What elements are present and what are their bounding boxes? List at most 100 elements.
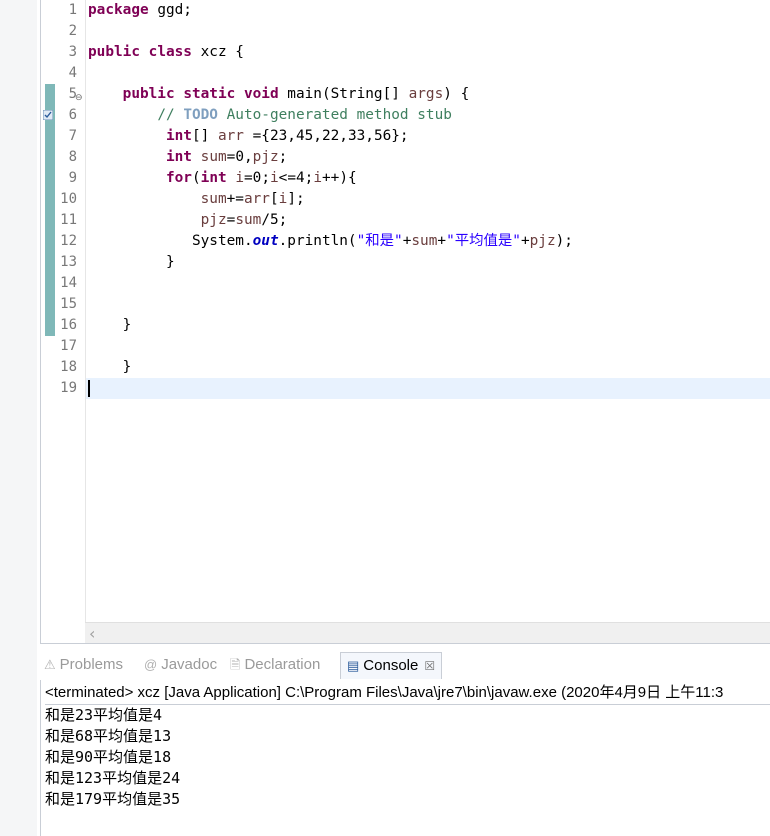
code-token: pjz [529, 233, 556, 249]
code-line[interactable]: } [88, 315, 770, 336]
code-token: int [165, 149, 192, 165]
code-token: sum [200, 149, 227, 165]
console-status-line: <terminated> xcz [Java Application] C:\P… [45, 682, 770, 705]
code-line[interactable]: // TODO Auto-generated method stub [88, 105, 770, 126]
task-marker-icon[interactable] [43, 110, 53, 120]
code-token: =0; [244, 170, 270, 186]
code-token: args [408, 86, 444, 102]
code-token: <=4; [278, 170, 314, 186]
code-line[interactable]: int sum=0,pjz; [88, 147, 770, 168]
code-token: void [243, 86, 279, 102]
line-number: 5 [68, 86, 77, 102]
code-token: /5; [261, 212, 288, 228]
code-token: public [88, 44, 140, 60]
code-token: i [313, 170, 322, 186]
line-number: 6 [68, 107, 77, 123]
console-output-line: 和是179平均值是35 [45, 790, 181, 808]
code-token: main(String[] [278, 86, 409, 102]
code-text-area[interactable]: package ggd; public class xcz { public st… [86, 0, 770, 622]
code-token: ); [555, 233, 573, 249]
horizontal-scrollbar[interactable]: ‹ [85, 622, 770, 643]
tab-javadoc[interactable]: @ Javadoc [144, 652, 217, 678]
tab-declaration[interactable]: 🗎 Declaration [230, 652, 320, 678]
scroll-left-icon[interactable]: ‹ [89, 624, 95, 643]
line-number: 12 [60, 233, 77, 249]
line-number: 10 [60, 191, 77, 207]
code-token: sum [411, 233, 438, 249]
close-tab-icon[interactable]: ☒ [424, 659, 435, 673]
code-token: i [278, 191, 288, 207]
overview-ruler [41, 0, 55, 622]
javadoc-icon: @ [144, 657, 158, 672]
code-line[interactable] [88, 336, 770, 357]
code-token: pjz [200, 212, 227, 228]
code-token: static [183, 86, 236, 102]
line-number: 11 [60, 212, 77, 228]
code-line[interactable]: for(int i=0;i<=4;i++){ [88, 168, 770, 189]
code-token: pjz [252, 149, 279, 165]
console-output-line: 和是90平均值是18 [45, 748, 172, 766]
code-line[interactable]: System.out.println("和是"+sum+"平均值是"+pjz); [88, 231, 770, 252]
code-token: ++){ [322, 170, 357, 186]
fold-collapse-icon[interactable]: ⊖ [75, 93, 83, 103]
code-token: int [200, 170, 227, 186]
code-token: + [520, 233, 530, 249]
tab-label: Javadoc [161, 656, 218, 673]
code-editor[interactable]: 1 2 3 4 5 6 7 8 9 10 11 12 13 14 15 16 17 18 19 ⊖ package … [40, 0, 770, 644]
code-line[interactable]: public class xcz { [88, 42, 770, 63]
line-number: 19 [60, 380, 77, 396]
code-token: } [88, 359, 132, 375]
code-token: out [252, 233, 279, 249]
code-token: i [270, 170, 279, 186]
line-number: 2 [68, 23, 77, 39]
change-marker [45, 84, 55, 336]
code-token: .println( [278, 233, 357, 249]
line-number: 15 [60, 296, 77, 312]
code-token: arr [243, 191, 270, 207]
console-icon: ▤ [347, 658, 360, 673]
code-line[interactable] [88, 63, 770, 84]
view-tab-bar: ⚠ Problems @ Javadoc 🗎 Declaration ▤ Console ☒ [40, 652, 770, 680]
line-number: 14 [60, 275, 77, 291]
line-number: 18 [60, 359, 77, 375]
code-line[interactable]: pjz=sum/5; [88, 210, 770, 231]
code-line[interactable]: } [88, 357, 770, 378]
code-line[interactable]: package ggd; [88, 0, 770, 21]
code-line[interactable]: int[] arr ={23,45,22,33,56}; [88, 126, 770, 147]
code-token: System. [88, 233, 253, 249]
code-token: sum [235, 212, 262, 228]
code-token: Auto-generated method stub [217, 107, 452, 123]
code-token: ) { [443, 86, 470, 102]
code-token: [ [269, 191, 279, 207]
code-line[interactable]: sum+=arr[i]; [88, 189, 770, 210]
console-output-line: 和是68平均值是13 [45, 727, 172, 745]
code-line[interactable] [88, 21, 770, 42]
code-token: =0, [226, 149, 253, 165]
problems-icon: ⚠ [44, 657, 56, 672]
code-token: for [165, 170, 192, 186]
code-token: public [122, 86, 175, 102]
tab-console[interactable]: ▤ Console ☒ [340, 652, 443, 679]
code-token: arr [217, 128, 244, 144]
code-token: // [157, 107, 184, 123]
code-line[interactable]: } [88, 252, 770, 273]
tab-problems[interactable]: ⚠ Problems [44, 652, 123, 678]
code-line[interactable] [88, 294, 770, 315]
declaration-icon: 🗎 [230, 657, 241, 672]
code-token: = [226, 212, 236, 228]
left-side-panel [0, 0, 37, 836]
console-output-line: 和是123平均值是24 [45, 769, 181, 787]
code-line[interactable] [88, 378, 770, 399]
code-line[interactable]: public static void main(String[] args) { [88, 84, 770, 105]
tab-label: Declaration [244, 656, 321, 673]
code-line[interactable] [88, 273, 770, 294]
line-number: 17 [60, 338, 77, 354]
line-number: 8 [68, 149, 77, 165]
console-panel[interactable]: <terminated> xcz [Java Application] C:\P… [40, 680, 770, 836]
